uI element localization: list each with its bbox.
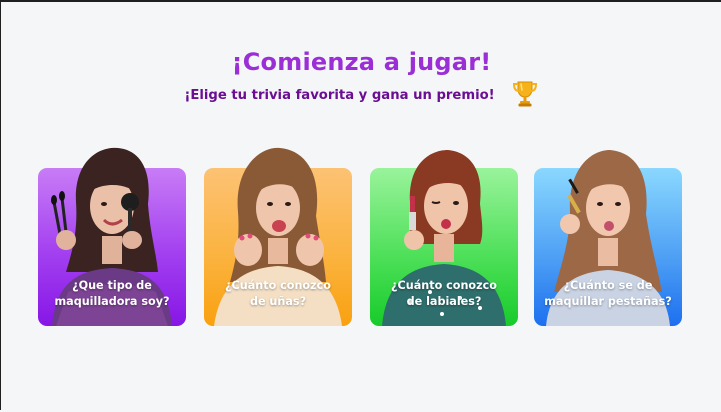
card-label: ¿Cuánto conozco de labiales? [391, 279, 497, 308]
trophy-icon [511, 78, 539, 108]
subtitle-row: ¡Elige tu trivia favorita y gana un prem… [1, 81, 721, 108]
trivia-page: ¡Comienza a jugar! ¡Elige tu trivia favo… [1, 2, 721, 412]
trivia-card-labiales[interactable]: ¿Cuánto conozco de labiales? [370, 150, 518, 326]
card-label: ¿Cuánto se de maquillar pestañas? [544, 279, 672, 308]
card-label: ¿Que tipo de maquilladora soy? [54, 279, 170, 308]
page-subtitle: ¡Elige tu trivia favorita y gana un prem… [184, 87, 495, 103]
trivia-card-maquilladora[interactable]: ¿Que tipo de maquilladora soy? [38, 147, 186, 326]
page-title: ¡Comienza a jugar! [231, 48, 492, 76]
trivia-card-pestanas[interactable]: ¿Cuánto se de maquillar pestañas? [534, 150, 682, 326]
card-label: ¿Cuánto conozco de uñas? [225, 279, 331, 308]
trivia-card-unas[interactable]: ¿Cuánto conozco de uñas? [204, 147, 352, 326]
